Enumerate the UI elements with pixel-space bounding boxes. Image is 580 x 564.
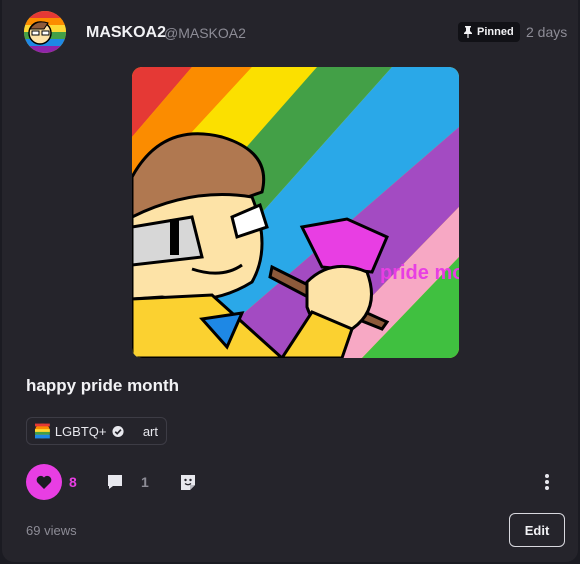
post-timestamp[interactable]: 2 days: [526, 24, 567, 40]
post-caption: happy pride month: [26, 376, 179, 395]
like-count: 8: [69, 474, 77, 490]
tag-list: LGBTQ+ art: [26, 417, 167, 445]
pinned-badge: Pinned: [458, 22, 520, 42]
artwork-text: pride month: [380, 262, 459, 284]
comment-count: 1: [141, 474, 149, 490]
heart-icon: [36, 475, 52, 489]
edit-button[interactable]: Edit: [509, 513, 565, 547]
like-button[interactable]: [26, 464, 62, 500]
pinned-label: Pinned: [477, 26, 514, 38]
post-card: MASKOA2 @MASKOA2 Pinned 2 days pride mo …: [2, 0, 578, 562]
tag-art[interactable]: art: [143, 424, 158, 439]
more-vertical-icon: [545, 474, 549, 478]
comment-button[interactable]: [105, 472, 125, 492]
more-options-button[interactable]: [537, 472, 557, 492]
author-handle[interactable]: @MASKOA2: [164, 25, 246, 41]
view-count: 69 views: [26, 523, 77, 538]
react-button[interactable]: [178, 472, 198, 492]
rainbow-community-icon: [35, 423, 50, 439]
author-avatar[interactable]: [24, 11, 66, 53]
verified-icon: [111, 425, 124, 437]
comment-icon: [108, 475, 122, 489]
post-artwork[interactable]: pride month: [132, 67, 459, 358]
pin-icon: [464, 26, 472, 38]
author-name[interactable]: MASKOA2: [86, 24, 166, 42]
emoji-react-icon: [181, 475, 195, 490]
tag-lgbtq[interactable]: LGBTQ+: [55, 424, 107, 439]
